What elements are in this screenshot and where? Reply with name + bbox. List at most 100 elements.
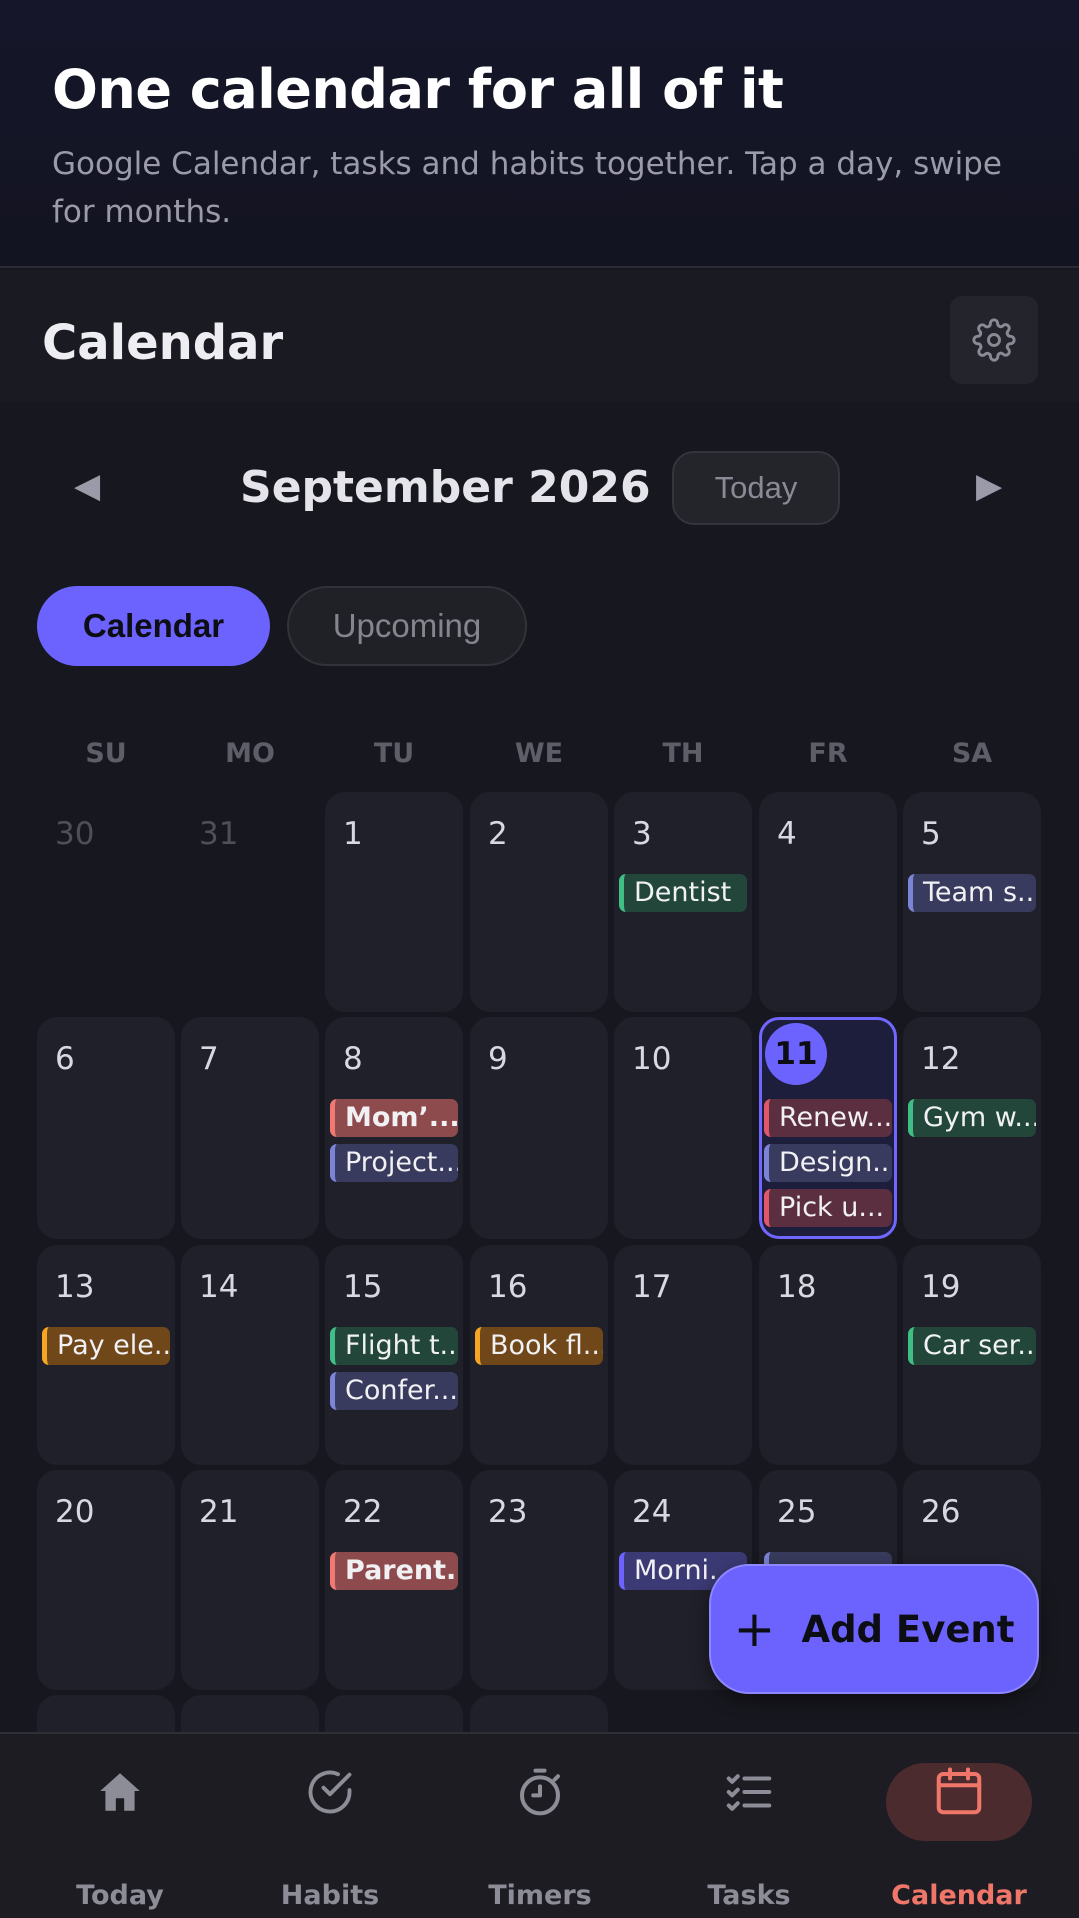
event-chip[interactable]: Mom’... [330,1099,458,1137]
weekday-label: SU [85,738,127,769]
nav-label: Today [76,1880,164,1911]
day-cell[interactable]: 15 Flight t... Confer... [325,1245,463,1465]
day-number: 10 [632,1041,672,1077]
plus-icon: + [733,1600,776,1658]
day-cell[interactable]: 6 [37,1017,175,1239]
weekday-label: FR [808,738,848,769]
day-number: 5 [921,816,941,852]
day-cell[interactable]: 17 [614,1245,752,1465]
day-number: 7 [199,1041,219,1077]
weekday-label: MO [225,738,275,769]
day-cell[interactable]: 16 Book fl... [470,1245,608,1465]
hero-subtitle: Google Calendar, tasks and habits togeth… [52,146,1002,230]
day-cell[interactable]: 23 [470,1470,608,1690]
nav-item-habits[interactable]: Habits [255,1762,405,1911]
day-number: 23 [488,1494,528,1530]
nav-item-tasks[interactable]: Tasks [674,1762,824,1911]
nav-label: Habits [280,1880,380,1911]
day-number: 31 [199,816,239,852]
event-chip[interactable]: Pay ele... [42,1327,170,1365]
event-chip[interactable]: Dentist [619,874,747,912]
check-circle-icon [308,1770,352,1814]
home-icon [100,1773,140,1811]
page-title: Calendar [42,315,284,371]
weekday-label: TU [373,738,415,769]
day-number: 9 [488,1041,508,1077]
gear-icon [972,318,1016,362]
nav-label: Calendar [891,1880,1027,1911]
day-cell[interactable]: 20 [37,1470,175,1690]
day-cell[interactable]: 18 [759,1245,897,1465]
day-cell[interactable]: 2 [470,792,608,1012]
day-number: 13 [55,1269,95,1305]
weekday-label: SA [951,738,993,769]
tab-upcoming[interactable]: Upcoming [287,586,527,666]
tab-calendar[interactable]: Calendar [37,586,270,666]
event-chip[interactable]: Project... [330,1144,458,1182]
day-number: 20 [55,1494,95,1530]
hero-banner: One calendar for all of it Google Calend… [0,0,1079,268]
event-chip[interactable]: Renew... [764,1099,892,1137]
day-number: 3 [632,816,652,852]
day-cell[interactable]: 22 Parent... [325,1470,463,1690]
day-cell[interactable]: 10 [614,1017,752,1239]
day-cell[interactable]: 21 [181,1470,319,1690]
day-cell[interactable]: 12 Gym w... [903,1017,1041,1239]
calendar-icon [936,1767,982,1815]
event-chip[interactable]: Pick u... [764,1189,892,1227]
event-chip[interactable]: Car ser... [908,1327,1036,1365]
day-cell-selected[interactable]: 11 Renew... Design... Pick u... [759,1017,897,1239]
day-number: 15 [343,1269,383,1305]
stopwatch-icon [519,1768,561,1816]
day-number: 18 [777,1269,817,1305]
day-cell[interactable]: 13 Pay ele... [37,1245,175,1465]
day-number: 6 [55,1041,75,1077]
checklist-icon [726,1774,772,1811]
day-cell[interactable]: 31 [181,792,319,1012]
day-number: 2 [488,816,508,852]
next-month-button[interactable]: ▶ [976,466,1002,506]
day-number: 1 [343,816,363,852]
prev-month-button[interactable]: ◀ [74,466,100,506]
day-number: 26 [921,1494,961,1530]
day-number: 25 [777,1494,817,1530]
settings-button[interactable] [950,296,1038,384]
event-chip[interactable]: Team s... [908,874,1036,912]
day-number: 21 [199,1494,239,1530]
day-cell[interactable]: 1 [325,792,463,1012]
day-cell[interactable]: 8 Mom’... Project... [325,1017,463,1239]
day-cell[interactable]: 14 [181,1245,319,1465]
day-number: 11 [765,1023,827,1085]
day-number: 24 [632,1494,672,1530]
event-chip[interactable]: Gym w... [908,1099,1036,1137]
month-label: September 2026 [240,462,651,513]
add-event-label: Add Event [801,1607,1015,1651]
day-cell[interactable]: 3 Dentist [614,792,752,1012]
day-cell[interactable]: 7 [181,1017,319,1239]
add-event-button[interactable]: + Add Event [709,1564,1039,1694]
event-chip[interactable]: Parent... [330,1552,458,1590]
nav-item-today[interactable]: Today [45,1762,195,1911]
day-cell[interactable]: 30 [37,792,175,1012]
day-number: 14 [199,1269,239,1305]
event-chip[interactable]: Flight t... [330,1327,458,1365]
nav-item-timers[interactable]: Timers [465,1762,615,1911]
day-cell[interactable]: 9 [470,1017,608,1239]
nav-label: Tasks [707,1880,791,1911]
day-number: 19 [921,1269,961,1305]
day-number: 30 [55,816,95,852]
day-number: 17 [632,1269,672,1305]
event-chip[interactable]: Confer... [330,1372,458,1410]
day-number: 4 [777,816,797,852]
day-cell[interactable]: 4 [759,792,897,1012]
nav-label: Timers [488,1880,592,1911]
hero-title: One calendar for all of it [52,58,784,121]
weekday-label: TH [662,738,704,769]
today-button[interactable]: Today [672,451,840,525]
nav-item-calendar[interactable]: Calendar [884,1762,1034,1911]
event-chip[interactable]: Book fl... [475,1327,603,1365]
event-chip[interactable]: Design... [764,1144,892,1182]
day-cell[interactable]: 5 Team s... [903,792,1041,1012]
day-cell[interactable]: 19 Car ser... [903,1245,1041,1465]
day-number: 12 [921,1041,961,1077]
